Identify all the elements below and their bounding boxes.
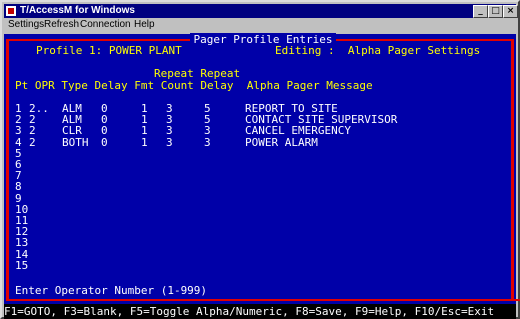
table-row[interactable]: 8 — [9, 181, 509, 193]
minimize-button[interactable]: _ — [473, 5, 488, 18]
prompt-separator — [9, 299, 520, 301]
menu-bar: Settings Refresh Connection Help — [4, 18, 516, 32]
header-line-2: Pt OPR Type Delay Fmt Count Delay Alpha … — [15, 79, 373, 92]
cell-count[interactable]: 3 — [166, 136, 173, 149]
cell-fmt[interactable]: 1 — [141, 136, 148, 149]
cell-delay[interactable]: 0 — [101, 136, 108, 149]
table-row[interactable]: 9 — [9, 192, 509, 205]
table-row[interactable]: 7 — [9, 170, 509, 182]
menu-connection[interactable]: Connection — [80, 18, 131, 32]
operator-prompt: Enter Operator Number (1-999) — [15, 284, 208, 297]
editing-label: Editing : Alpha Pager Settings — [275, 44, 481, 57]
screen-frame: Pager Profile Entries Profile 1: POWER P… — [6, 33, 520, 301]
cell-message[interactable]: POWER ALARM — [245, 136, 318, 149]
cell-type[interactable]: BOTH — [62, 136, 89, 149]
table-row[interactable]: 13 — [9, 237, 509, 249]
cell-opr[interactable]: 2 — [29, 136, 36, 149]
profile-label: Profile 1: POWER PLANT — [36, 44, 182, 57]
menu-refresh[interactable]: Refresh — [44, 18, 79, 32]
close-button[interactable]: × — [503, 5, 518, 18]
title-bar[interactable]: T/AccessM for Windows _ □ × — [4, 4, 518, 18]
table-row[interactable]: 6 — [9, 159, 509, 171]
table-row[interactable]: 15 — [9, 258, 509, 272]
function-key-bar: F1=GOTO, F3=Blank, F5=Toggle Alpha/Numer… — [4, 304, 516, 319]
table-row[interactable]: 11 — [9, 215, 509, 227]
table-row[interactable]: 10 — [9, 203, 509, 216]
cell-rdelay[interactable]: 3 — [204, 136, 211, 149]
table-row[interactable]: 14 — [9, 248, 509, 261]
table-row[interactable]: 4 2 BOTH 0 1 3 3 POWER ALARM — [9, 136, 509, 149]
table-row[interactable]: 5 — [9, 147, 509, 160]
maximize-button[interactable]: □ — [488, 5, 503, 18]
cell-pt: 15 — [15, 258, 29, 272]
terminal-screen[interactable]: Pager Profile Entries Profile 1: POWER P… — [4, 33, 520, 304]
menu-help[interactable]: Help — [134, 18, 155, 32]
table-row[interactable]: 12 — [9, 226, 509, 238]
window-title: T/AccessM for Windows — [20, 5, 135, 16]
menu-settings[interactable]: Settings — [8, 18, 44, 32]
app-icon[interactable] — [6, 6, 16, 16]
app-window: T/AccessM for Windows _ □ × Settings Ref… — [0, 0, 520, 319]
